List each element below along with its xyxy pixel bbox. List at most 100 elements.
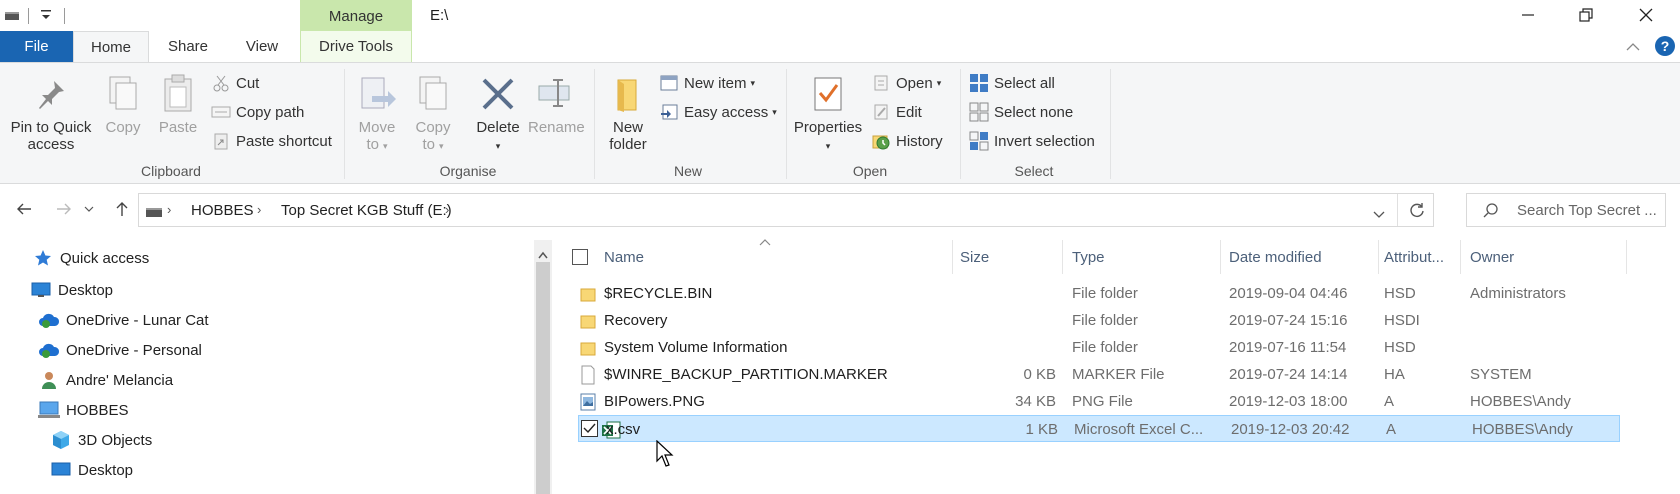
nav-item-quick-access[interactable]: Quick access bbox=[32, 244, 149, 272]
select-none-button[interactable]: Select none bbox=[968, 100, 1073, 124]
new-item-icon bbox=[658, 73, 680, 93]
move-to-label-line2: to ▾ bbox=[366, 136, 388, 153]
properties-label: Properties bbox=[793, 119, 863, 136]
tab-share[interactable]: Share bbox=[152, 31, 224, 62]
file-size bbox=[956, 334, 1056, 361]
breadcrumb-separator[interactable]: › bbox=[445, 202, 449, 217]
delete-button[interactable]: Delete ▾ bbox=[472, 69, 524, 155]
nav-item-hobbes[interactable]: HOBBES bbox=[38, 396, 129, 424]
file-row[interactable]: System Volume Information File folder 20… bbox=[576, 334, 1620, 361]
tab-drive-tools[interactable]: Drive Tools bbox=[300, 31, 412, 62]
column-header-type[interactable]: Type bbox=[1072, 240, 1105, 274]
nav-item-onedrive-lunar-cat[interactable]: OneDrive - Lunar Cat bbox=[38, 306, 209, 334]
column-header-size[interactable]: Size bbox=[960, 240, 989, 274]
nav-item-user[interactable]: Andre' Melancia bbox=[38, 366, 173, 394]
column-header-name[interactable]: Name bbox=[604, 240, 644, 274]
new-folder-button[interactable]: New folder bbox=[600, 69, 656, 153]
properties-button[interactable]: Properties ▾ bbox=[790, 69, 866, 155]
column-divider[interactable] bbox=[952, 240, 953, 274]
file-row[interactable]: BIPowers.PNG 34 KB PNG File 2019-12-03 1… bbox=[576, 388, 1620, 415]
file-row[interactable]: $WINRE_BACKUP_PARTITION.MARKER 0 KB MARK… bbox=[576, 361, 1620, 388]
nav-item-desktop[interactable]: Desktop bbox=[30, 276, 113, 304]
column-divider[interactable] bbox=[1460, 240, 1461, 274]
breadcrumb-drive[interactable]: Top Secret KGB Stuff (E:) bbox=[281, 202, 452, 219]
search-box[interactable]: Search Top Secret ... bbox=[1466, 193, 1666, 227]
copy-to-button[interactable]: Copy to ▾ bbox=[408, 69, 458, 155]
minimize-ribbon-button[interactable] bbox=[1626, 39, 1640, 56]
mouse-cursor-icon bbox=[656, 439, 674, 472]
chevron-down-icon bbox=[1373, 211, 1385, 218]
file-type: MARKER File bbox=[1072, 366, 1165, 383]
cut-button[interactable]: Cut bbox=[210, 71, 259, 95]
breadcrumb-separator[interactable]: › bbox=[167, 202, 171, 217]
column-header-date-modified[interactable]: Date modified bbox=[1229, 240, 1322, 274]
nav-item-label: OneDrive - Personal bbox=[66, 341, 202, 359]
move-to-button[interactable]: Move to ▾ bbox=[352, 69, 402, 155]
drive-icon[interactable] bbox=[4, 9, 20, 26]
history-button[interactable]: History bbox=[870, 129, 943, 153]
scrollbar-thumb[interactable] bbox=[536, 262, 550, 494]
recent-locations-button[interactable] bbox=[80, 194, 98, 224]
restore-button[interactable] bbox=[1558, 0, 1614, 30]
address-history-dropdown[interactable] bbox=[1373, 206, 1385, 223]
manage-contextual-tab[interactable]: Manage bbox=[300, 0, 412, 33]
open-button[interactable]: Open ▾ bbox=[870, 71, 941, 95]
pin-to-quick-access-button[interactable]: Pin to Quick access bbox=[6, 69, 96, 153]
breadcrumb-separator[interactable]: › bbox=[257, 202, 261, 217]
customize-toolbar-icon[interactable] bbox=[40, 8, 52, 26]
forward-button[interactable] bbox=[50, 194, 78, 224]
close-icon bbox=[1639, 8, 1653, 22]
invert-selection-button[interactable]: Invert selection bbox=[968, 129, 1095, 153]
up-button[interactable] bbox=[108, 194, 136, 224]
file-row[interactable]: Recovery File folder 2019-07-24 15:16 HS… bbox=[576, 307, 1620, 334]
delete-dropdown-arrow[interactable]: ▾ bbox=[472, 136, 524, 155]
select-none-icon bbox=[968, 102, 990, 122]
ribbon-tab-row: File Home Share View Drive Tools ? bbox=[0, 31, 1680, 63]
copy-button[interactable]: Copy bbox=[100, 69, 146, 136]
close-button[interactable] bbox=[1618, 0, 1674, 30]
nav-item-label: Desktop bbox=[78, 461, 134, 479]
file-date-modified: 2019-09-04 04:46 bbox=[1229, 285, 1348, 302]
file-date-modified: 2019-07-16 11:54 bbox=[1229, 339, 1347, 356]
paste-shortcut-button[interactable]: Paste shortcut bbox=[210, 129, 332, 153]
new-item-button[interactable]: New item ▾ bbox=[658, 71, 755, 95]
nav-item-3d-objects[interactable]: 3D Objects bbox=[50, 426, 152, 454]
file-attributes: HSD bbox=[1384, 285, 1416, 302]
file-row-selected[interactable]: x.csv 1 KB Microsoft Excel C... 2019-12-… bbox=[578, 415, 1620, 442]
column-divider[interactable] bbox=[1062, 240, 1063, 274]
column-header-owner[interactable]: Owner bbox=[1470, 240, 1514, 274]
properties-dropdown-arrow[interactable]: ▾ bbox=[790, 136, 866, 155]
tab-file[interactable]: File bbox=[0, 31, 73, 62]
refresh-button[interactable] bbox=[1409, 202, 1425, 222]
invert-selection-icon bbox=[968, 131, 990, 151]
address-box[interactable]: › HOBBES › Top Secret KGB Stuff (E:) › bbox=[138, 193, 1434, 227]
nav-item-onedrive-personal[interactable]: OneDrive - Personal bbox=[38, 336, 202, 364]
nav-item-desktop[interactable]: Desktop bbox=[50, 456, 133, 484]
easy-access-icon bbox=[658, 102, 680, 122]
column-divider[interactable] bbox=[1626, 240, 1627, 274]
file-row[interactable]: $RECYCLE.BIN File folder 2019-09-04 04:4… bbox=[576, 280, 1620, 307]
column-header-attributes[interactable]: Attribut... bbox=[1384, 240, 1444, 274]
breadcrumb-hobbes[interactable]: HOBBES bbox=[191, 202, 254, 219]
tab-home[interactable]: Home bbox=[73, 31, 149, 63]
select-all-button[interactable]: Select all bbox=[968, 71, 1055, 95]
nav-pane-scrollbar[interactable] bbox=[534, 240, 552, 494]
easy-access-button[interactable]: Easy access ▾ bbox=[658, 100, 777, 124]
paste-button[interactable]: Paste bbox=[152, 69, 204, 136]
search-icon bbox=[1483, 202, 1499, 222]
rename-button[interactable]: Rename bbox=[528, 69, 585, 136]
minimize-button[interactable] bbox=[1500, 0, 1556, 30]
desktop-icon bbox=[50, 460, 72, 480]
row-checkbox[interactable] bbox=[581, 420, 598, 437]
file-name: x.csv bbox=[606, 421, 641, 438]
copy-path-button[interactable]: Copy path bbox=[210, 100, 304, 124]
column-divider[interactable] bbox=[1220, 240, 1221, 274]
scroll-up-arrow[interactable] bbox=[538, 246, 548, 263]
edit-button[interactable]: Edit bbox=[870, 100, 922, 124]
back-button[interactable] bbox=[10, 194, 38, 224]
select-all-checkbox[interactable] bbox=[572, 249, 588, 265]
tab-view[interactable]: View bbox=[226, 31, 298, 62]
help-icon[interactable]: ? bbox=[1655, 36, 1675, 56]
sort-ascending-indicator bbox=[759, 234, 771, 251]
column-divider[interactable] bbox=[1378, 240, 1379, 274]
